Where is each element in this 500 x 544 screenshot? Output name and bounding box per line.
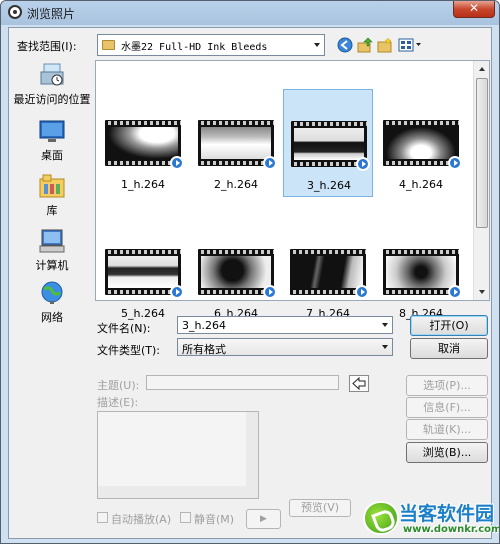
mute-label: 静音(M): [194, 513, 235, 526]
chevron-down-icon[interactable]: [382, 323, 388, 327]
file-item[interactable]: 4_h.264: [376, 89, 466, 197]
browse-button[interactable]: 浏览(B)...: [406, 442, 488, 463]
file-item[interactable]: 6_h.264: [191, 218, 281, 326]
up-folder-icon[interactable]: [357, 37, 373, 53]
scroll-thumb[interactable]: [476, 78, 488, 228]
autoplay-checkbox[interactable]: [97, 512, 108, 523]
places-bar: 最近访问的位置 桌面 库 计算机 网络: [12, 56, 92, 326]
play-overlay-icon: [170, 156, 184, 170]
play-overlay-icon: [170, 285, 184, 299]
arrow-left-icon: [352, 376, 366, 391]
window-title: 浏览照片: [27, 7, 76, 21]
description-vertical-scrollbar[interactable]: [246, 412, 258, 498]
place-label: 网络: [41, 311, 63, 324]
computer-icon: [39, 229, 65, 253]
watermark-url: www.downkr.com: [403, 524, 500, 535]
file-item-selected[interactable]: 3_h.264: [283, 89, 373, 197]
place-network[interactable]: 网络: [12, 280, 92, 325]
lookin-dropdown[interactable]: 水墨22 Full-HD Ink Bleeds: [97, 34, 325, 56]
folder-icon: [102, 40, 115, 50]
description-label: 描述(E):: [97, 396, 139, 409]
file-name: 4_h.264: [399, 178, 443, 191]
play-overlay-icon: [448, 285, 462, 299]
autoplay-label: 自动播放(A): [111, 513, 172, 526]
filetype-value: 所有格式: [182, 343, 226, 356]
place-label: 桌面: [41, 149, 63, 162]
cancel-button[interactable]: 取消: [410, 338, 488, 359]
video-thumbnail: [198, 120, 277, 170]
subject-label: 主题(U):: [97, 379, 140, 392]
video-thumbnail: [383, 249, 462, 299]
file-item[interactable]: 7_h.264: [283, 218, 373, 326]
description-horizontal-scrollbar[interactable]: [98, 486, 246, 498]
place-label: 最近访问的位置: [13, 93, 91, 106]
play-overlay-icon: [355, 285, 369, 299]
back-icon[interactable]: [337, 37, 353, 53]
file-name: 5_h.264: [121, 307, 165, 320]
chevron-down-icon: [382, 345, 388, 349]
track-button[interactable]: 轨道(K)...: [406, 419, 488, 440]
file-list-view[interactable]: 1_h.264 2_h.264 3_h.264 4_h.264 5_h.264 …: [95, 60, 490, 320]
mute-checkbox[interactable]: [180, 512, 191, 523]
preview-button[interactable]: 预览(V): [289, 499, 351, 517]
info-button[interactable]: 信息(F)...: [406, 397, 488, 418]
description-textarea[interactable]: [97, 411, 259, 499]
video-thumbnail: [290, 249, 369, 299]
filetype-dropdown[interactable]: 所有格式: [177, 338, 393, 356]
app-icon: [8, 5, 22, 19]
close-button[interactable]: ✕: [453, 1, 495, 18]
subject-insert-button[interactable]: [349, 375, 369, 392]
play-overlay-icon: [356, 157, 370, 171]
libraries-icon: [39, 174, 65, 198]
place-recent[interactable]: 最近访问的位置: [12, 62, 92, 107]
video-thumbnail: [383, 120, 462, 170]
file-name: 3_h.264: [307, 179, 351, 192]
play-overlay-icon: [263, 156, 277, 170]
vertical-scrollbar[interactable]: [473, 61, 489, 300]
filename-field[interactable]: 3_h.264: [177, 316, 393, 334]
place-computer[interactable]: 计算机: [12, 228, 92, 273]
scroll-down-arrow-icon[interactable]: [474, 284, 490, 300]
subject-field[interactable]: [146, 375, 339, 390]
place-label: 计算机: [35, 259, 69, 272]
play-button[interactable]: ▶: [246, 509, 281, 529]
title-bar[interactable]: 浏览照片 ✕: [1, 1, 499, 25]
filename-label: 文件名(N):: [97, 322, 151, 335]
site-watermark: 当客软件园 www.downkr.com: [363, 493, 500, 543]
file-name: 2_h.264: [214, 178, 258, 191]
lookin-label: 查找范围(I):: [17, 40, 77, 53]
file-item[interactable]: 1_h.264: [98, 89, 188, 197]
place-label: 库: [46, 204, 58, 217]
video-thumbnail: [105, 120, 184, 170]
dialog-window: 浏览照片 ✕ 查找范围(I): 水墨22 Full-HD Ink Bleeds …: [0, 0, 500, 544]
play-overlay-icon: [448, 156, 462, 170]
file-item[interactable]: 5_h.264: [98, 218, 188, 326]
view-menu-icon[interactable]: [398, 37, 422, 53]
filename-value: 3_h.264: [182, 319, 226, 332]
desktop-icon: [39, 120, 65, 142]
watermark-text: 当客软件园: [399, 503, 495, 525]
file-item[interactable]: 2_h.264: [191, 89, 281, 197]
file-name: 1_h.264: [121, 178, 165, 191]
place-libraries[interactable]: 库: [12, 173, 92, 218]
recent-places-icon: [40, 63, 64, 86]
new-folder-icon[interactable]: [377, 37, 393, 53]
video-thumbnail: [105, 249, 184, 299]
video-thumbnail: [291, 121, 370, 171]
dialog-body: 查找范围(I): 水墨22 Full-HD Ink Bleeds 最近访问的位置…: [8, 27, 492, 539]
scroll-up-arrow-icon[interactable]: [474, 61, 490, 77]
watermark-logo-icon: [363, 501, 399, 535]
lookin-value: 水墨22 Full-HD Ink Bleeds: [121, 42, 268, 53]
network-icon: [41, 281, 63, 304]
place-desktop[interactable]: 桌面: [12, 118, 92, 163]
video-thumbnail: [198, 249, 277, 299]
options-button[interactable]: 选项(P)...: [406, 375, 488, 396]
open-button[interactable]: 打开(O): [410, 315, 488, 336]
play-overlay-icon: [263, 285, 277, 299]
filetype-label: 文件类型(T):: [97, 344, 161, 357]
file-item[interactable]: 8_h.264: [376, 218, 466, 326]
chevron-down-icon: [314, 43, 320, 47]
